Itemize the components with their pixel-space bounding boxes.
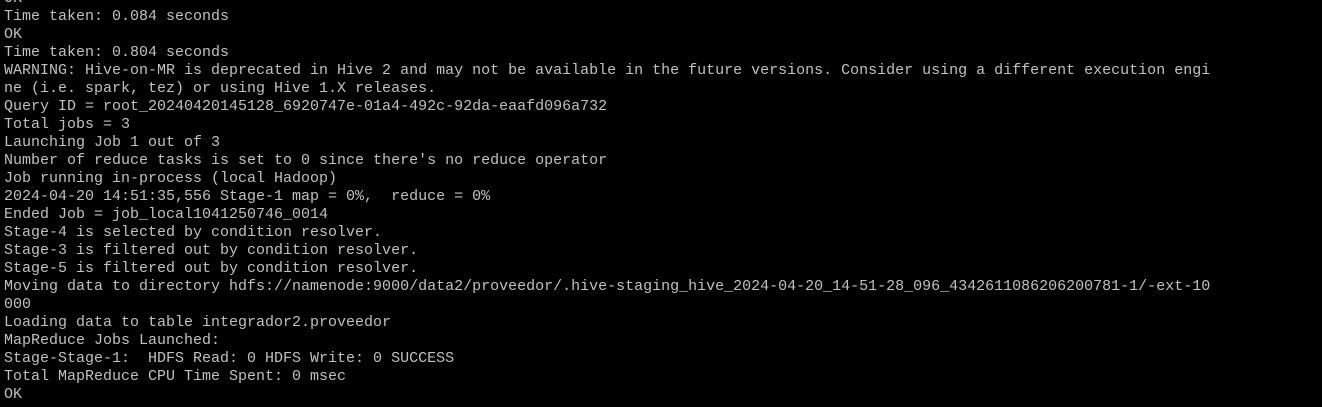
terminal-line: OK bbox=[4, 386, 23, 403]
terminal-line: Stage-5 is filtered out by condition res… bbox=[4, 260, 419, 277]
terminal-line: Number of reduce tasks is set to 0 since… bbox=[4, 152, 608, 169]
terminal-line: OK bbox=[4, 0, 1322, 8]
terminal-line: Time taken: 0.804 seconds bbox=[4, 44, 230, 61]
terminal-line: Ended Job = job_local1041250746_0014 bbox=[4, 206, 329, 223]
terminal-line: OK bbox=[4, 26, 23, 43]
terminal-line: Job running in-process (local Hadoop) bbox=[4, 170, 338, 187]
terminal-line: Total jobs = 3 bbox=[4, 116, 131, 133]
terminal-line: Launching Job 1 out of 3 bbox=[4, 134, 221, 151]
terminal-line: 2024-04-20 14:51:35,556 Stage-1 map = 0%… bbox=[4, 188, 491, 205]
terminal-line: Time taken: 0.084 seconds bbox=[4, 8, 230, 25]
terminal-line: Moving data to directory hdfs://namenode… bbox=[4, 278, 1211, 295]
terminal-line: WARNING: Hive-on-MR is deprecated in Hiv… bbox=[4, 62, 1211, 79]
terminal-output: OK Time taken: 0.084 seconds OK Time tak… bbox=[4, 0, 1322, 404]
terminal-line: 000 bbox=[4, 296, 32, 313]
terminal-line: Loading data to table integrador2.provee… bbox=[4, 314, 392, 331]
terminal-line: MapReduce Jobs Launched: bbox=[4, 332, 221, 349]
terminal-line: Stage-4 is selected by condition resolve… bbox=[4, 224, 383, 241]
terminal-line: Query ID = root_20240420145128_6920747e-… bbox=[4, 98, 608, 115]
terminal-line: Stage-3 is filtered out by condition res… bbox=[4, 242, 419, 259]
terminal-line: Total MapReduce CPU Time Spent: 0 msec bbox=[4, 368, 347, 385]
terminal-line: ne (i.e. spark, tez) or using Hive 1.X r… bbox=[4, 80, 437, 97]
terminal-window[interactable]: OK Time taken: 0.084 seconds OK Time tak… bbox=[0, 0, 1322, 407]
terminal-line: Stage-Stage-1: HDFS Read: 0 HDFS Write: … bbox=[4, 350, 455, 367]
